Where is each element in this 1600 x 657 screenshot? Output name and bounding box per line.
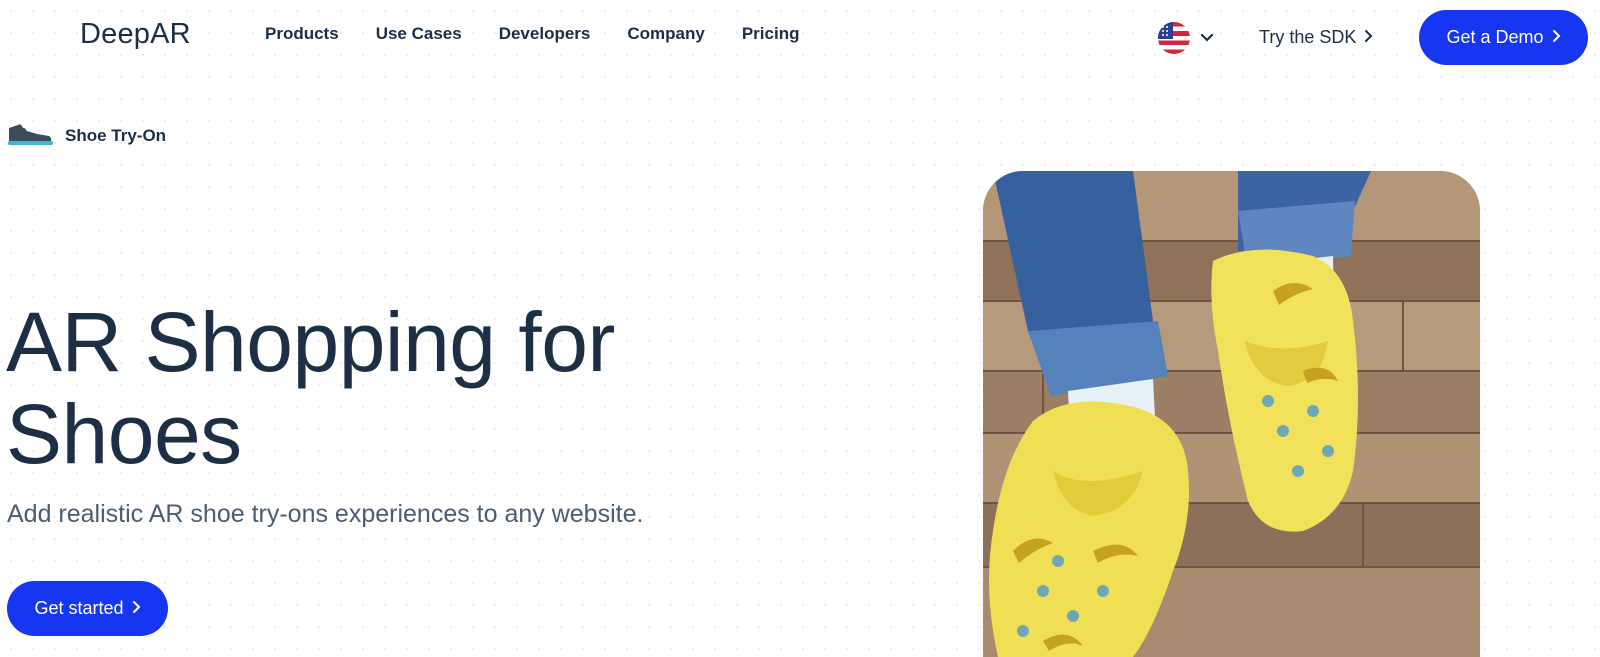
hero-title-line-1: AR Shopping for xyxy=(6,295,615,389)
get-started-label: Get started xyxy=(34,598,124,618)
hero-image xyxy=(983,171,1480,657)
get-started-button[interactable]: Get started xyxy=(7,581,168,636)
nav-company[interactable]: Company xyxy=(627,24,704,44)
chevron-down-icon xyxy=(1200,30,1214,46)
nav-use-cases[interactable]: Use Cases xyxy=(376,24,462,44)
chevron-right-icon xyxy=(132,598,141,619)
sneaker-icon xyxy=(7,120,53,151)
try-sdk-link[interactable]: Try the SDK xyxy=(1259,27,1373,48)
nav-products[interactable]: Products xyxy=(265,24,339,44)
get-demo-button[interactable]: Get a Demo xyxy=(1419,10,1588,65)
hero-subtitle: Add realistic AR shoe try-ons experience… xyxy=(7,500,644,528)
use-case-badge: Shoe Try-On xyxy=(7,120,166,151)
language-selector[interactable] xyxy=(1158,22,1214,54)
us-flag-icon xyxy=(1158,22,1190,54)
nav-pricing[interactable]: Pricing xyxy=(742,24,800,44)
nav-developers[interactable]: Developers xyxy=(499,24,591,44)
try-sdk-label: Try the SDK xyxy=(1259,27,1357,47)
main-nav: Products Use Cases Developers Company Pr… xyxy=(265,24,836,44)
hero-title-line-2: Shoes xyxy=(6,387,242,481)
hero-title: AR Shopping for Shoes xyxy=(6,296,766,480)
chevron-right-icon xyxy=(1552,27,1561,48)
badge-label: Shoe Try-On xyxy=(65,125,167,145)
logo[interactable]: DeepAR xyxy=(80,18,191,51)
chevron-right-icon xyxy=(1364,27,1373,48)
get-demo-label: Get a Demo xyxy=(1446,27,1544,47)
